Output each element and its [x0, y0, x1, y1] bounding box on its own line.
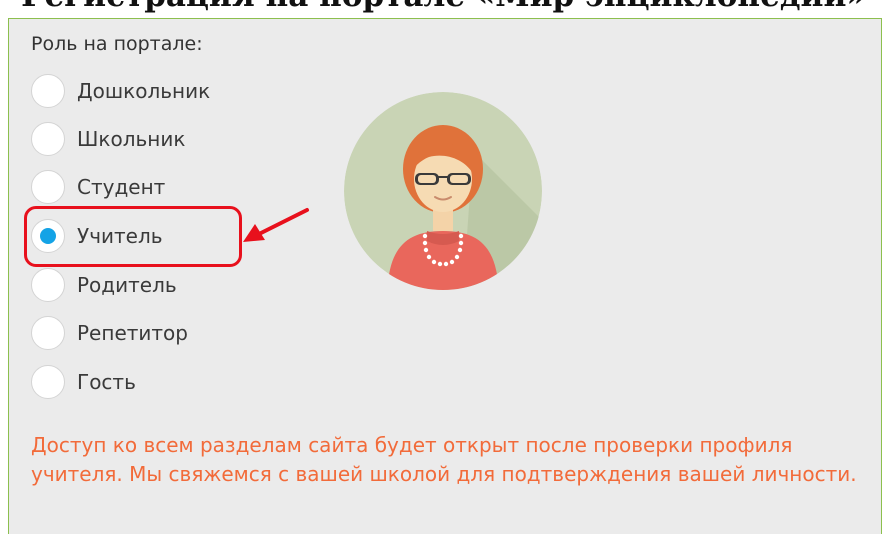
- radio-option-preschooler[interactable]: Дошкольник: [31, 71, 210, 111]
- radio-label: Студент: [77, 175, 166, 199]
- radio-option-schoolchild[interactable]: Школьник: [31, 119, 185, 159]
- radio-label: Гость: [77, 370, 136, 394]
- radio-option-parent[interactable]: Родитель: [31, 265, 177, 305]
- radio-label: Дошкольник: [77, 79, 211, 103]
- role-label: Роль на портале:: [31, 33, 203, 55]
- page-title: Регистрация на портале «Мир энциклопедий…: [0, 0, 887, 14]
- registration-page: Регистрация на портале «Мир энциклопедий…: [0, 0, 887, 534]
- radio-button[interactable]: [31, 74, 65, 108]
- selected-option-highlight: [24, 206, 242, 267]
- radio-button[interactable]: [31, 170, 65, 204]
- radio-option-tutor[interactable]: Репетитор: [31, 313, 188, 353]
- radio-button[interactable]: [31, 268, 65, 302]
- role-selection-panel: Роль на портале: Дошкольник Школьник Сту…: [8, 18, 882, 534]
- radio-option-student[interactable]: Студент: [31, 167, 165, 207]
- radio-button[interactable]: [31, 316, 65, 350]
- radio-button[interactable]: [31, 122, 65, 156]
- radio-label: Родитель: [77, 273, 177, 297]
- radio-label: Школьник: [77, 127, 186, 151]
- teacher-access-notice: Доступ ко всем разделам сайта будет откр…: [31, 433, 857, 486]
- teacher-avatar-icon: [344, 92, 542, 290]
- radio-label: Репетитор: [77, 321, 188, 345]
- radio-option-guest[interactable]: Гость: [31, 362, 136, 402]
- radio-button[interactable]: [31, 365, 65, 399]
- red-arrow-icon: [243, 208, 309, 242]
